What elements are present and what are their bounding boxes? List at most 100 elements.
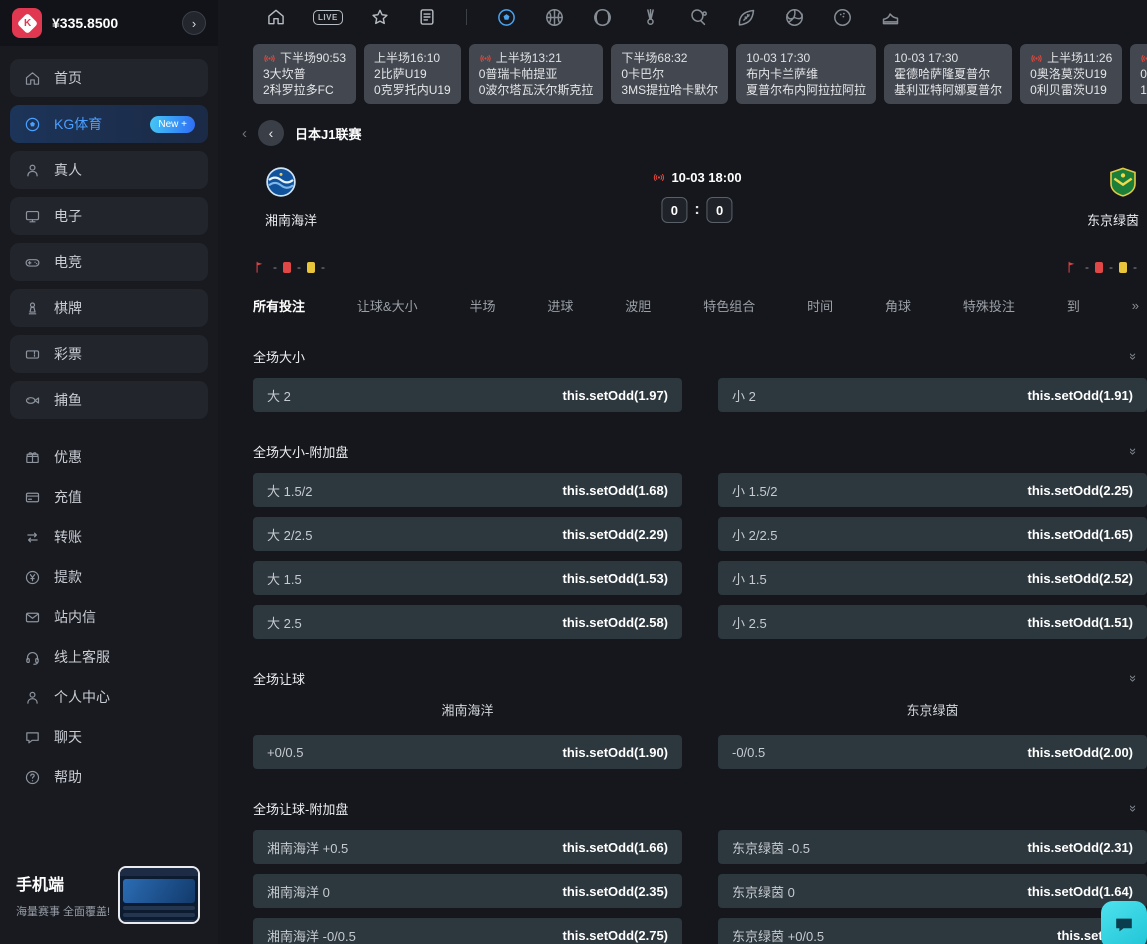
sport-boot-icon[interactable] bbox=[880, 7, 901, 28]
odds-cell[interactable]: 东京绿茵 +0/0.5this.setOdd( bbox=[718, 918, 1147, 944]
fish-icon bbox=[23, 392, 41, 409]
section-header[interactable]: 全场大小-附加盘» bbox=[253, 442, 1147, 461]
odds-cell[interactable]: 小 1.5/2this.setOdd(2.25) bbox=[718, 473, 1147, 507]
sidebar-item-user[interactable]: 个人中心 bbox=[10, 677, 208, 717]
odds-label: 东京绿茵 +0/0.5 bbox=[732, 926, 824, 944]
tab-5[interactable]: 特色组合 bbox=[703, 296, 755, 315]
odds-value: this.setOdd(2.31) bbox=[1028, 840, 1133, 855]
odds-cell[interactable]: 大 1.5this.setOdd(1.53) bbox=[253, 561, 682, 595]
match-card[interactable]: 上半场0维1萨 bbox=[1130, 44, 1147, 104]
sport-bowling-icon[interactable] bbox=[832, 7, 853, 28]
odds-cell[interactable]: 小 2this.setOdd(1.91) bbox=[718, 378, 1147, 412]
match-time: 上半场11:26 bbox=[1030, 50, 1112, 66]
odds-label: 大 1.5/2 bbox=[267, 481, 313, 500]
market-section: 全场让球-附加盘 » 湘南海洋 +0.5this.setOdd(1.66) 东京绿茵 … bbox=[253, 799, 1147, 944]
sport-basketball-icon[interactable] bbox=[544, 7, 565, 28]
odds-cell[interactable]: 湘南海洋 +0.5this.setOdd(1.66) bbox=[253, 830, 682, 864]
sport-baseball-icon[interactable] bbox=[592, 7, 613, 28]
sidebar-item-gamepad[interactable]: 电竞 bbox=[10, 243, 208, 281]
sidebar-item-headset[interactable]: 线上客服 bbox=[10, 637, 208, 677]
sport-volleyball-icon[interactable] bbox=[784, 7, 805, 28]
tab-4[interactable]: 波胆 bbox=[625, 296, 651, 315]
live-indicator-icon bbox=[1030, 52, 1043, 65]
sidebar-item-lottery-ticket[interactable]: 彩票 bbox=[10, 335, 208, 373]
odds-cell[interactable]: -0/0.5this.setOdd(2.00) bbox=[718, 735, 1147, 769]
match-card[interactable]: 上半场13:210普瑞卡帕提亚0波尔塔瓦沃尔斯克拉 bbox=[469, 44, 604, 104]
bet-slip-icon[interactable] bbox=[417, 7, 437, 27]
tab-6[interactable]: 时间 bbox=[807, 296, 833, 315]
mobile-app-promo[interactable]: 手机端 海量赛事 全面覆盖! bbox=[0, 852, 218, 944]
odds-value: this.setOdd(1.68) bbox=[563, 483, 668, 498]
section-header[interactable]: 全场让球-附加盘 » bbox=[253, 799, 1147, 818]
match-card[interactable]: 10-03 17:30布内卡兰萨维夏普尔布内阿拉拉阿拉 bbox=[736, 44, 876, 104]
tab-1[interactable]: 让球&大小 bbox=[357, 296, 418, 315]
tab-2[interactable]: 半场 bbox=[469, 296, 495, 315]
sidebar-item-label: 个人中心 bbox=[54, 687, 110, 707]
sidebar-item-gift[interactable]: 优惠 bbox=[10, 437, 208, 477]
collapse-section-icon[interactable]: » bbox=[1126, 353, 1141, 360]
sidebar-item-chat-bubble[interactable]: 聊天 bbox=[10, 717, 208, 757]
odds-cell[interactable]: 东京绿茵 0this.setOdd(1.64) bbox=[718, 874, 1147, 908]
sidebar-item-slot-machine[interactable]: 电子 bbox=[10, 197, 208, 235]
sidebar-item-transfer-arrows[interactable]: 转账 bbox=[10, 517, 208, 557]
odds-value: this.setOdd(1.97) bbox=[563, 388, 668, 403]
live-nav-icon[interactable]: LIVE bbox=[313, 10, 343, 25]
odds-cell[interactable]: +0/0.5this.setOdd(1.90) bbox=[253, 735, 682, 769]
collapse-section-icon[interactable]: » bbox=[1126, 675, 1141, 682]
sidebar-item-home[interactable]: 首页 bbox=[10, 59, 208, 97]
tab-0[interactable]: 所有投注 bbox=[253, 296, 305, 315]
away-team-stats: --- bbox=[1065, 260, 1137, 274]
favorites-star-icon[interactable] bbox=[370, 7, 390, 27]
odds-cell[interactable]: 大 1.5/2 this.setOdd(1.68) bbox=[253, 473, 682, 507]
odds-cell[interactable]: 大 2/2.5this.setOdd(2.29) bbox=[253, 517, 682, 551]
odds-cell[interactable]: 湘南海洋 0this.setOdd(2.35) bbox=[253, 874, 682, 908]
odds-cell[interactable]: 小 2.5this.setOdd(1.51) bbox=[718, 605, 1147, 639]
section-title: 全场让球-附加盘 bbox=[253, 799, 348, 818]
sidebar-item-label: 充值 bbox=[54, 487, 82, 507]
sport-american-football-icon[interactable] bbox=[736, 7, 757, 28]
home-nav-icon[interactable] bbox=[266, 7, 286, 27]
sidebar-item-person-cards[interactable]: 真人 bbox=[10, 151, 208, 189]
sidebar-item-bank-card[interactable]: 充值 bbox=[10, 477, 208, 517]
match-card[interactable]: 上半场11:260奥洛莫茨U190利贝雷茨U19 bbox=[1020, 44, 1122, 104]
tab-8[interactable]: 特殊投注 bbox=[963, 296, 1015, 315]
match-card[interactable]: 下半场90:533大坎普2科罗拉多FC bbox=[253, 44, 356, 104]
chat-fab[interactable] bbox=[1101, 901, 1147, 944]
match-card[interactable]: 下半场68:320卡巴尔3MS提拉哈卡默尔 bbox=[611, 44, 728, 104]
odds-cell[interactable]: 小 2/2.5this.setOdd(1.65) bbox=[718, 517, 1147, 551]
sidebar-item-fish[interactable]: 捕鱼 bbox=[10, 381, 208, 419]
odds-cell[interactable]: 东京绿茵 -0.5this.setOdd(2.31) bbox=[718, 830, 1147, 864]
odds-cell[interactable]: 湘南海洋 -0/0.5this.setOdd(2.75) bbox=[253, 918, 682, 944]
sidebar-item-soccer[interactable]: KG体育New + bbox=[10, 105, 208, 143]
odds-cell[interactable]: 大 2this.setOdd(1.97) bbox=[253, 378, 682, 412]
match-card[interactable]: 10-03 17:30霍德哈萨隆夏普尔基利亚特阿娜夏普尔 bbox=[884, 44, 1012, 104]
match-card[interactable]: 上半场16:102比萨U190克罗托内U19 bbox=[364, 44, 461, 104]
sidebar-item-coin[interactable]: 提款 bbox=[10, 557, 208, 597]
section-header[interactable]: 全场大小» bbox=[253, 347, 1147, 366]
collapse-panel-icon[interactable]: ‹ bbox=[242, 125, 247, 142]
envelope-icon bbox=[23, 609, 41, 626]
back-button[interactable]: ‹ bbox=[258, 120, 284, 146]
sport-table-tennis-icon[interactable] bbox=[688, 7, 709, 28]
balance-expand-button[interactable]: › bbox=[182, 11, 206, 35]
odds-cell[interactable]: 大 2.5this.setOdd(2.58) bbox=[253, 605, 682, 639]
match-stats-row: ------ bbox=[253, 260, 1137, 274]
column-headers: 湘南海洋东京绿茵 bbox=[253, 700, 1147, 719]
market-section: 全场让球» 湘南海洋东京绿茵 +0/0.5this.setOdd(1.90) -0/0… bbox=[253, 669, 1147, 769]
sidebar-item-envelope[interactable]: 站内信 bbox=[10, 597, 208, 637]
sport-soccer-icon[interactable] bbox=[496, 7, 517, 28]
sidebar-item-question-circle[interactable]: 帮助 bbox=[10, 757, 208, 797]
brand-logo[interactable]: K bbox=[12, 8, 42, 38]
tab-7[interactable]: 角球 bbox=[885, 296, 911, 315]
section-header[interactable]: 全场让球» bbox=[253, 669, 1147, 688]
collapse-section-icon[interactable]: » bbox=[1126, 805, 1141, 812]
odds-cell[interactable]: 小 1.5this.setOdd(2.52) bbox=[718, 561, 1147, 595]
corner-flag-icon bbox=[1065, 260, 1079, 274]
collapse-section-icon[interactable]: » bbox=[1126, 448, 1141, 455]
tab-9[interactable]: 到 bbox=[1067, 296, 1080, 315]
sidebar-item-chess[interactable]: 棋牌 bbox=[10, 289, 208, 327]
sport-badminton-icon[interactable] bbox=[640, 7, 661, 28]
tab-3[interactable]: 进球 bbox=[547, 296, 573, 315]
match-time: 上半场 bbox=[1140, 50, 1147, 66]
more-tabs-icon[interactable]: » bbox=[1132, 298, 1139, 313]
